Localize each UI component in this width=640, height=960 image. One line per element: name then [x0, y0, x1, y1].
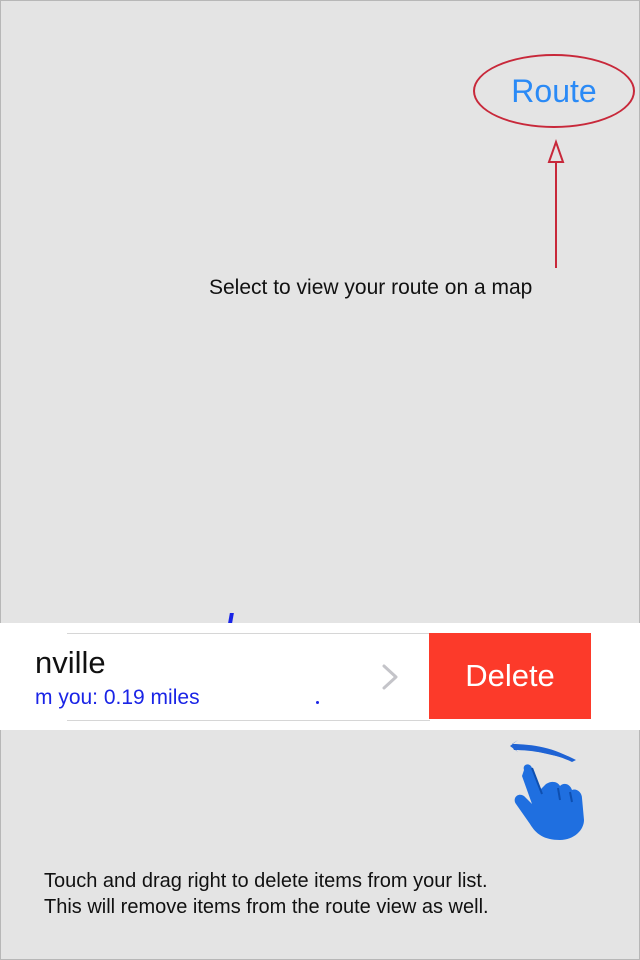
route-hint-text: Select to view your route on a map	[209, 276, 533, 299]
delete-hint-line-2: This will remove items from the route vi…	[44, 896, 489, 918]
swipe-hand-icon	[510, 740, 584, 840]
route-button[interactable]: Route	[473, 54, 635, 128]
list-item-title: nville	[35, 645, 106, 680]
chevron-right-icon	[382, 664, 398, 690]
delete-hint-text: Touch and drag right to delete items fro…	[44, 868, 489, 920]
stray-dot	[316, 701, 319, 704]
delete-button[interactable]: Delete	[429, 633, 591, 719]
list-item-distance: m you: 0.19 miles	[35, 686, 200, 709]
delete-hint-line-1: Touch and drag right to delete items fro…	[44, 870, 488, 892]
